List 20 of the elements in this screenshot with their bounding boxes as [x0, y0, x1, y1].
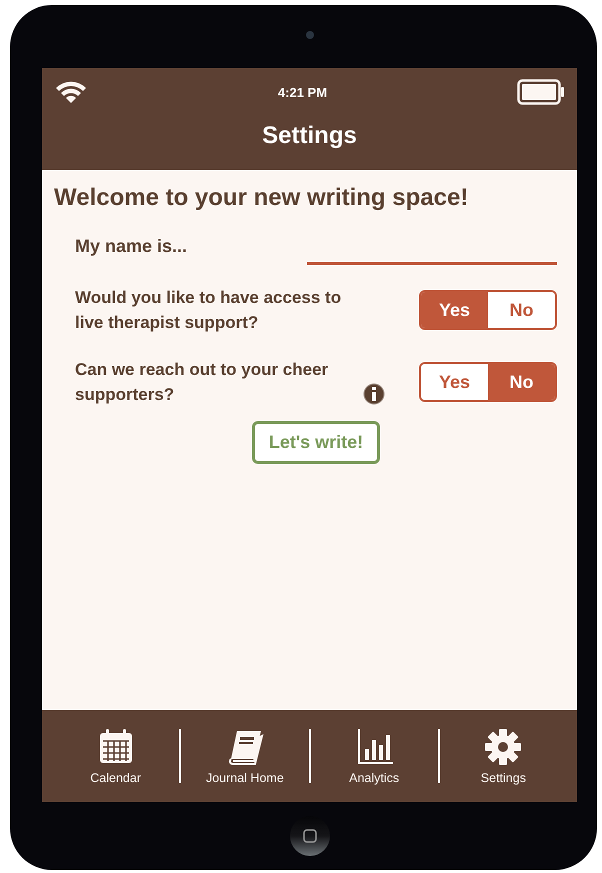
question-text: Can we reach out to your cheer supporters?: [75, 359, 330, 406]
option-segment[interactable]: Yes: [421, 292, 488, 328]
yes-no-toggle[interactable]: Yes No: [419, 362, 557, 402]
lets-write-button[interactable]: Let's write!: [252, 421, 380, 464]
status-time: 4:21 PM: [278, 84, 328, 100]
option-segment[interactable]: No: [488, 364, 555, 400]
tab-item[interactable]: Settings: [440, 727, 567, 785]
tab-item[interactable]: Analytics: [310, 727, 438, 785]
yes-no-toggle[interactable]: Yes No: [419, 290, 557, 330]
name-label: My name is...: [75, 236, 188, 257]
wifi-icon: [54, 79, 88, 105]
tab-item[interactable]: Journal Home: [181, 727, 308, 785]
question-text: Would you like to have access to live therapist support?: [75, 287, 342, 334]
info-icon[interactable]: [363, 383, 385, 405]
welcome-heading: Welcome to your new writing space!: [54, 184, 470, 212]
battery-icon: [516, 79, 565, 105]
settings-icon: [483, 727, 524, 765]
camera-icon: [306, 31, 314, 39]
tab-item[interactable]: Calendar: [52, 727, 180, 785]
screen-title: Settings: [261, 122, 358, 150]
